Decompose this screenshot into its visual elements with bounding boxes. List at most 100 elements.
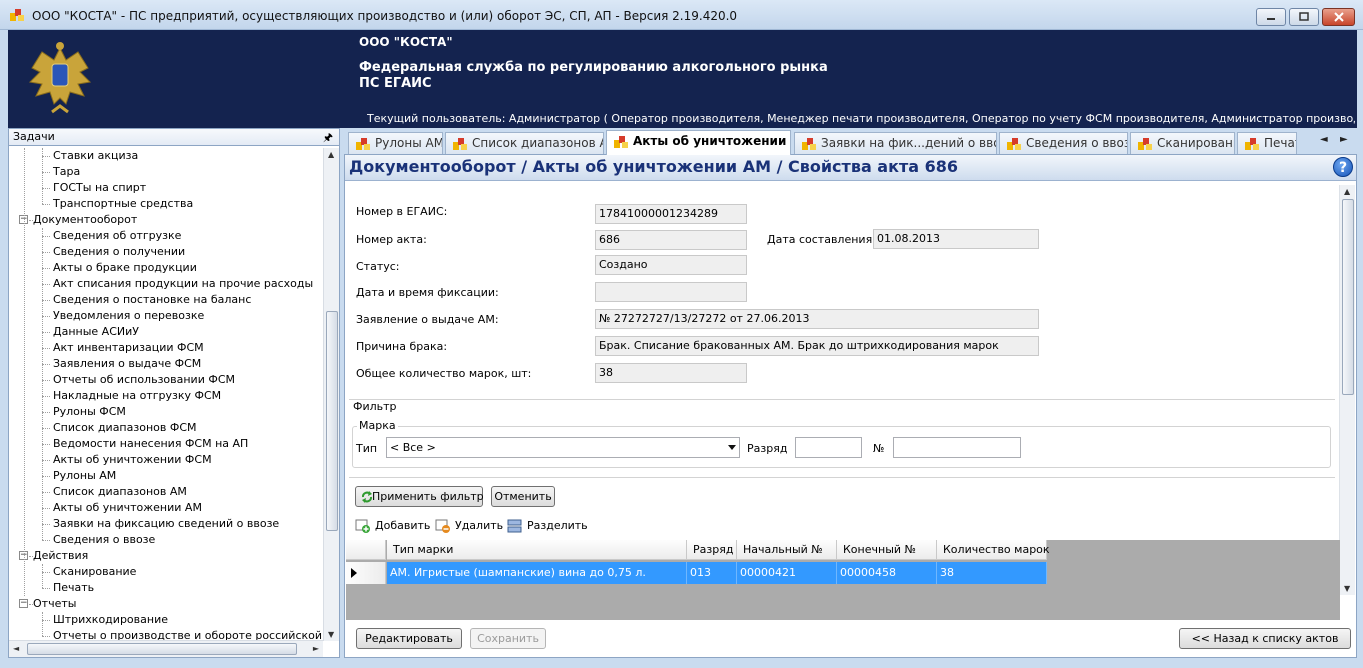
grid-column-header[interactable]: Разряд [687,540,737,560]
scroll-right-icon[interactable]: ► [313,644,319,653]
tree-item[interactable]: Штрихкодирование [53,612,168,628]
tab-6[interactable]: Сканирование [1130,132,1235,154]
service-line-1: Федеральная служба по регулированию алко… [359,60,828,75]
grid-cell[interactable]: 013 [687,562,737,584]
tasks-horizontal-scrollbar[interactable]: ◄ ► [9,640,323,657]
tasks-header-title: Задачи [13,130,55,143]
split-button[interactable]: Разделить [507,518,588,534]
scroll-down-icon[interactable]: ▼ [1344,584,1350,593]
close-button[interactable] [1322,8,1355,26]
row-header[interactable] [346,562,386,584]
filter-bottom-divider [349,477,1335,478]
tree-connector [42,444,50,445]
fixation-datetime-label: Дата и время фиксации: [356,286,499,299]
tab-label: Сканирование [1157,136,1234,150]
tree-group[interactable]: Документооборот [33,212,137,228]
grid-column-header[interactable]: Начальный № [737,540,837,560]
tree-item[interactable]: Сведения о получении [53,244,185,260]
rank-input[interactable] [795,437,862,458]
tree-item[interactable]: Акты об уничтожении ФСМ [53,452,212,468]
pin-icon[interactable]: 🖈 [323,130,333,146]
tree-item[interactable]: Тара [53,164,80,180]
scroll-left-icon[interactable]: ◄ [13,644,19,653]
tab-label: Сведения о ввозе [1026,136,1128,150]
delete-button[interactable]: Удалить [435,518,503,534]
save-button[interactable]: Сохранить [470,628,546,649]
tree-item[interactable]: Сведения об отгрузке [53,228,181,244]
edit-button[interactable]: Редактировать [356,628,462,649]
apply-filter-button[interactable]: Применить фильтр [355,486,484,507]
tree-connector [42,524,50,525]
cancel-filter-button[interactable]: Отменить [491,486,555,507]
tree-item[interactable]: Список диапазонов АМ [53,484,187,500]
tab-4[interactable]: Заявки на фик...дений о ввозе [794,132,997,154]
tree-item[interactable]: Сканирование [53,564,136,580]
tree-connector [42,492,50,493]
tab-1[interactable]: Рулоны АМ [348,132,443,154]
tree-group[interactable]: Отчеты [33,596,76,612]
tree-connector [42,204,50,205]
tree-connector [42,476,50,477]
mark-type-select[interactable]: < Все > [386,437,740,458]
tree-connector [42,588,50,589]
grid-cell[interactable]: АМ. Игристые (шампанские) вина до 0,75 л… [387,562,687,584]
tab-3[interactable]: Акты об уничтожении АМ [606,130,791,155]
help-icon[interactable]: ? [1333,157,1353,177]
tab-scroll-left-icon[interactable]: ◄ [1320,134,1328,145]
tree-item[interactable]: Список диапазонов ФСМ [53,420,197,436]
app-icon [10,9,24,21]
tab-label: Акты об уничтожении АМ [633,134,790,148]
tasks-vscroll-thumb[interactable] [326,311,338,531]
grid-cell[interactable]: 00000458 [837,562,937,584]
tree-item[interactable]: Заявки на фиксацию сведений о ввозе [53,516,279,532]
tree-group[interactable]: Действия [33,548,88,564]
tree-item[interactable]: Транспортные средства [53,196,193,212]
scroll-up-icon[interactable]: ▲ [1344,187,1350,196]
tree-item[interactable]: Уведомления о перевозке [53,308,204,324]
tree-item[interactable]: Ведомости нанесения ФСМ на АП [53,436,248,452]
tree-item[interactable]: ГОСТы на спирт [53,180,146,196]
tab-label: Рулоны АМ [375,136,443,150]
tree-connector [42,188,50,189]
tree-item[interactable]: Ставки акциза [53,148,138,164]
back-to-list-button[interactable]: << Назад к списку актов [1179,628,1351,649]
tree-item[interactable]: Акт списания продукции на прочие расходы [53,276,313,292]
tree-item[interactable]: Сведения о ввозе [53,532,155,548]
grid-column-header[interactable]: Конечный № [837,540,937,560]
tree-item[interactable]: Заявления о выдаче ФСМ [53,356,201,372]
tab-7[interactable]: Печать [1237,132,1297,154]
tree-item[interactable]: Печать [53,580,94,596]
type-label: Тип [356,442,378,455]
grid-cell[interactable]: 00000421 [737,562,837,584]
tree-item[interactable]: Акты об уничтожении АМ [53,500,202,516]
collapse-icon[interactable]: − [19,599,28,608]
tree-item[interactable]: Акт инвентаризации ФСМ [53,340,204,356]
grid-column-header[interactable]: Тип марки [387,540,687,560]
tasks-vertical-scrollbar[interactable]: ▲ ▼ [323,148,339,641]
tree-item[interactable]: Накладные на отгрузку ФСМ [53,388,221,404]
page-title: Документооборот / Акты об уничтожении АМ… [349,157,958,176]
current-row-arrow-icon [351,568,357,578]
tree-item[interactable]: Сведения о постановке на баланс [53,292,251,308]
tree-item[interactable]: Рулоны ФСМ [53,404,126,420]
tasks-hscroll-thumb[interactable] [27,643,297,655]
tab-scroll-right-icon[interactable]: ► [1340,134,1348,145]
tree-connector [42,316,50,317]
tree-item[interactable]: Рулоны АМ [53,468,116,484]
form-vscroll-thumb[interactable] [1342,199,1354,395]
number-input[interactable] [893,437,1021,458]
scroll-up-icon[interactable]: ▲ [328,150,334,159]
tab-2[interactable]: Список диапазонов АМ [445,132,604,154]
scroll-down-icon[interactable]: ▼ [328,630,334,639]
tab-5[interactable]: Сведения о ввозе [999,132,1128,154]
add-button[interactable]: Добавить [355,518,430,534]
form-vertical-scrollbar[interactable]: ▲ ▼ [1339,185,1355,595]
tree-item[interactable]: Данные АСИиУ [53,324,139,340]
tree-item[interactable]: Акты о браке продукции [53,260,197,276]
grid-cell[interactable]: 38 [937,562,1047,584]
maximize-button[interactable] [1289,8,1319,26]
act-number-field: 686 [595,230,747,250]
minimize-button[interactable] [1256,8,1286,26]
tree-item[interactable]: Отчеты об использовании ФСМ [53,372,235,388]
grid-column-header[interactable]: Количество марок [937,540,1050,560]
